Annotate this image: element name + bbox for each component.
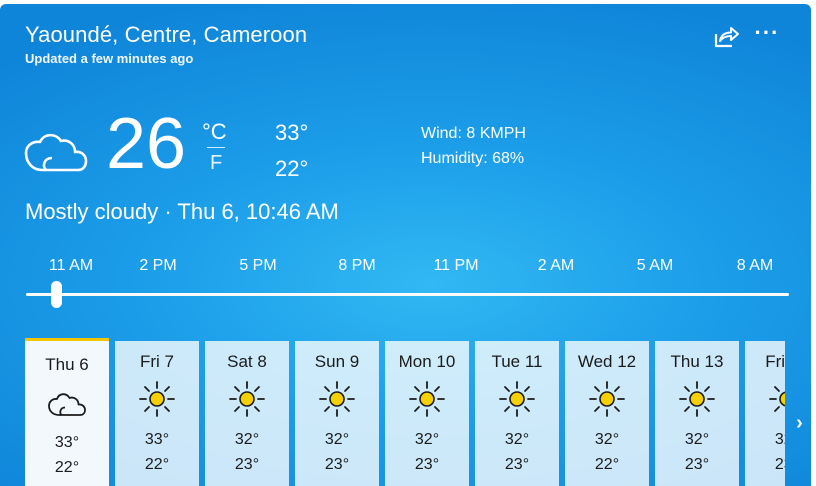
more-options-icon[interactable]: ···	[753, 22, 781, 50]
location-title: Yaoundé, Centre, Cameroon	[25, 22, 308, 47]
forecast-day-name: Sun 9	[314, 352, 360, 371]
timeline-track[interactable]	[26, 293, 789, 296]
forecast-day-name: Thu 6	[45, 355, 89, 374]
sun-icon	[317, 379, 357, 419]
updated-status: Updated a few minutes ago	[25, 51, 194, 66]
forecast-low: 22°	[54, 459, 80, 476]
forecast-low: 23°	[684, 456, 710, 473]
forecast-day-card[interactable]: Sun 9 32° 23°	[295, 341, 379, 486]
forecast-day-card[interactable]: Wed 12 32° 22°	[565, 341, 649, 486]
hour-label[interactable]: 11 AM	[49, 257, 93, 275]
sun-icon	[227, 379, 267, 419]
hour-label[interactable]: 8 AM	[737, 257, 773, 275]
forecast-low: 23°	[324, 456, 350, 473]
forecast-low: 23°	[774, 456, 785, 473]
sun-icon	[137, 379, 177, 419]
forecast-low: 23°	[504, 456, 530, 473]
chevron-right-icon[interactable]: ›	[788, 408, 811, 438]
sun-icon	[587, 379, 627, 419]
forecast-day-card[interactable]: Sat 8 32° 23°	[205, 341, 289, 486]
sun-icon	[767, 379, 785, 419]
sun-icon	[497, 379, 537, 419]
forecast-high: 32°	[414, 431, 440, 448]
forecast-day-card[interactable]: Mon 10 32° 23°	[385, 341, 469, 486]
forecast-low: 22°	[594, 456, 620, 473]
hour-label[interactable]: 2 PM	[139, 257, 176, 275]
sun-icon	[677, 379, 717, 419]
forecast-high: 33°	[54, 434, 80, 451]
forecast-day-name: Tue 11	[491, 352, 543, 371]
hour-label[interactable]: 5 PM	[239, 257, 276, 275]
unit-celsius-toggle[interactable]: °C	[202, 119, 227, 145]
forecast-high: 32°	[504, 431, 530, 448]
share-icon[interactable]	[712, 24, 740, 50]
forecast-day-card[interactable]: Tue 11 32° 23°	[475, 341, 559, 486]
forecast-low: 23°	[234, 456, 260, 473]
timeline-slider-thumb[interactable]	[51, 281, 62, 308]
humidity-info: Humidity: 68%	[421, 150, 525, 167]
forecast-day-card[interactable]: Fri 14 32° 23°	[745, 341, 785, 486]
forecast-day-name: Fri 7	[140, 352, 174, 371]
current-temperature: 26	[106, 104, 187, 184]
forecast-high: 32°	[774, 431, 785, 448]
wind-info: Wind: 8 KMPH	[421, 125, 526, 142]
hour-label[interactable]: 11 PM	[433, 257, 478, 275]
forecast-day-name: Thu 13	[670, 352, 724, 371]
forecast-low: 22°	[144, 456, 170, 473]
unit-divider	[207, 147, 225, 148]
today-low: 22°	[275, 156, 309, 181]
cloud-icon	[47, 382, 87, 422]
hour-label[interactable]: 2 AM	[538, 257, 574, 275]
sun-icon	[407, 379, 447, 419]
condition-datetime: Mostly cloudy · Thu 6, 10:46 AM	[25, 199, 339, 224]
forecast-high: 32°	[684, 431, 710, 448]
forecast-day-name: Sat 8	[227, 352, 267, 371]
hour-label[interactable]: 5 AM	[637, 257, 673, 275]
forecast-day-card[interactable]: Thu 6 33° 22°	[25, 338, 109, 486]
today-high: 33°	[275, 120, 309, 145]
forecast-low: 23°	[414, 456, 440, 473]
forecast-day-name: Wed 12	[577, 352, 637, 371]
forecast-high: 33°	[144, 431, 170, 448]
hour-label[interactable]: 8 PM	[338, 257, 375, 275]
forecast-high: 32°	[324, 431, 350, 448]
forecast-high: 32°	[594, 431, 620, 448]
forecast-day-name: Mon 10	[398, 352, 456, 371]
unit-fahrenheit-toggle[interactable]: F	[210, 152, 222, 175]
forecast-high: 32°	[234, 431, 260, 448]
hourly-labels: 11 AM 2 PM 5 PM 8 PM 11 PM 2 AM 5 AM 8 A…	[0, 257, 811, 279]
forecast-day-card[interactable]: Fri 7 33° 22°	[115, 341, 199, 486]
forecast-day-card[interactable]: Thu 13 32° 23°	[655, 341, 739, 486]
forecast-day-name: Fri 14	[765, 352, 785, 371]
cloud-icon	[22, 122, 88, 178]
weather-card: Yaoundé, Centre, Cameroon Updated a few …	[0, 4, 811, 486]
